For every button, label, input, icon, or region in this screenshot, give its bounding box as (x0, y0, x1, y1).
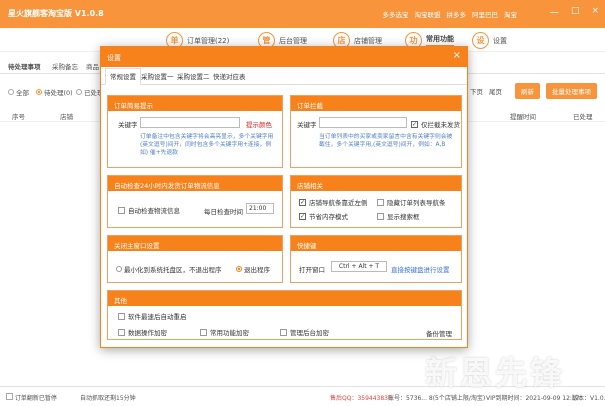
checkbox-label: 显示搜索框 (387, 213, 420, 221)
checkbox-icon (118, 312, 125, 320)
radio-icon (116, 266, 122, 272)
show-search-checkbox[interactable]: 显示搜索框 (377, 211, 420, 221)
checkbox-icon (118, 206, 125, 214)
hotkey-input[interactable]: Ctrl + Alt + T (331, 261, 387, 272)
daily-time-input[interactable]: 21:00 (246, 203, 274, 214)
reminder-hint: 订单备注中包含关键字将会高亮显示，多个关键字用 (英文逗号)间开，同时包含多个关… (140, 134, 274, 156)
minimize-to-tray-radio[interactable]: 最小化到系统托盘区，不退出程序 (116, 264, 222, 274)
checkbox-label: 节省内存模式 (309, 213, 348, 221)
checkbox-icon (377, 198, 384, 206)
order-reminder-section: 订单简易提示 关键字 提示颜色 订单备注中包含关键字将会高亮显示，多个关键字用 … (107, 95, 283, 168)
other-section: 其他 软件最速后自动重启 数据操作加密 常用功能加密 管理后台加密 备份管理 (107, 290, 462, 340)
checkbox-label: 隐藏订单列表导航条 (387, 199, 446, 207)
dialog-title: 设置 (107, 54, 121, 62)
checkbox-label: 数据操作加密 (128, 329, 167, 337)
hide-nav-checkbox[interactable]: 隐藏订单列表导航条 (377, 197, 446, 207)
keyword-label: 关键字 (297, 121, 317, 129)
checkbox-icon (280, 328, 287, 336)
shop-related-section: 店铺相关 ✓ 店铺导航条靠近左侧 隐藏订单列表导航条 ✓ 节省内存模式 显示搜索框 (290, 175, 462, 228)
tab-purchase-1[interactable]: 采购设置一 (141, 71, 174, 81)
block-hint: 当订单列表中的买家或卖家留言中含有关键字则会被截住，多个关键字用,(英文逗号)间… (319, 134, 453, 148)
checkbox-label: 管理后台加密 (290, 329, 329, 337)
order-block-section: 订单拦截 关键字 ✓ 仅拦截未发货 当订单列表中的买家或卖家留言中含有关键字则会被… (290, 95, 462, 168)
dialog-tabs: 常规设置 采购设置一 采购设置二 快递对应表 (101, 67, 467, 85)
section-title: 其他 (108, 291, 461, 306)
tab-general[interactable]: 常规设置 (105, 68, 141, 85)
auto-check-section: 自动检查24小时内发货订单物流信息 自动检查物流信息 每日检查时间 21:00 (107, 175, 283, 228)
checkbox-label: 常用功能加密 (210, 329, 249, 337)
checkbox-icon (377, 212, 384, 220)
open-window-label: 打开窗口 (299, 266, 325, 274)
app-window: 星火旗舰客淘宝版 V1.0.8 多多选宝 淘宝联盟 拼多多 阿里巴巴 淘宝 一 … (0, 0, 605, 406)
auto-restart-checkbox[interactable]: 软件最速后自动重启 (118, 311, 187, 321)
section-title: 自动检查24小时内发货订单物流信息 (108, 176, 282, 191)
checkbox-label: 软件最速后自动重启 (128, 313, 187, 321)
tab-purchase-2[interactable]: 采购设置二 (177, 71, 210, 81)
hotkey-set-link[interactable]: 直接按键盘进行设置 (391, 264, 450, 274)
nav-left-checkbox[interactable]: ✓ 店铺导航条靠近左侧 (299, 197, 368, 207)
block-keyword-input[interactable] (319, 117, 407, 128)
data-encrypt-checkbox[interactable]: 数据操作加密 (118, 327, 167, 337)
checkbox-icon (200, 328, 207, 336)
section-title: 快捷键 (291, 236, 461, 251)
checkbox-checked-icon: ✓ (299, 198, 306, 206)
reminder-keyword-input[interactable] (140, 117, 240, 128)
tab-express-map[interactable]: 快递对应表 (213, 71, 246, 81)
checkbox-label: 店铺导航条靠近左侧 (309, 199, 368, 207)
radio-label: 最小化到系统托盘区，不退出程序 (124, 266, 222, 274)
section-title: 订单拦截 (291, 96, 461, 111)
hotkey-section: 快捷键 打开窗口 Ctrl + Alt + T 直接按键盘进行设置 (290, 235, 462, 283)
checkbox-checked-icon: ✓ (299, 212, 306, 220)
close-main-section: 关闭主窗口设置 最小化到系统托盘区，不退出程序 退出程序 (107, 235, 283, 283)
dialog-header: 设置 × (101, 47, 467, 67)
backup-management-link[interactable]: 备份管理 (426, 328, 452, 338)
daily-time-label: 每日检查时间 (204, 208, 243, 216)
keyword-label: 关键字 (118, 121, 138, 129)
checkbox-label: 仅拦截未发货 (421, 121, 460, 129)
reminder-color-link[interactable]: 提示颜色 (246, 119, 272, 129)
only-unshipped-checkbox[interactable]: ✓ 仅拦截未发货 (411, 119, 460, 129)
settings-dialog: 设置 × 常规设置 采购设置一 采购设置二 快递对应表 订单简易提示 关键字 提… (100, 46, 468, 348)
section-title: 店铺相关 (291, 176, 461, 191)
backend-encrypt-checkbox[interactable]: 管理后台加密 (280, 327, 329, 337)
close-icon[interactable]: × (453, 50, 461, 61)
section-title: 订单简易提示 (108, 96, 282, 111)
checkbox-label: 自动检查物流信息 (128, 207, 180, 215)
checkbox-icon (118, 328, 125, 336)
save-memory-checkbox[interactable]: ✓ 节省内存模式 (299, 211, 348, 221)
exit-program-radio[interactable]: 退出程序 (236, 264, 270, 274)
radio-icon (236, 266, 242, 272)
radio-label: 退出程序 (244, 266, 270, 274)
auto-check-checkbox[interactable]: 自动检查物流信息 (118, 205, 180, 215)
section-title: 关闭主窗口设置 (108, 236, 282, 251)
checkbox-checked-icon: ✓ (411, 120, 418, 128)
common-encrypt-checkbox[interactable]: 常用功能加密 (200, 327, 249, 337)
